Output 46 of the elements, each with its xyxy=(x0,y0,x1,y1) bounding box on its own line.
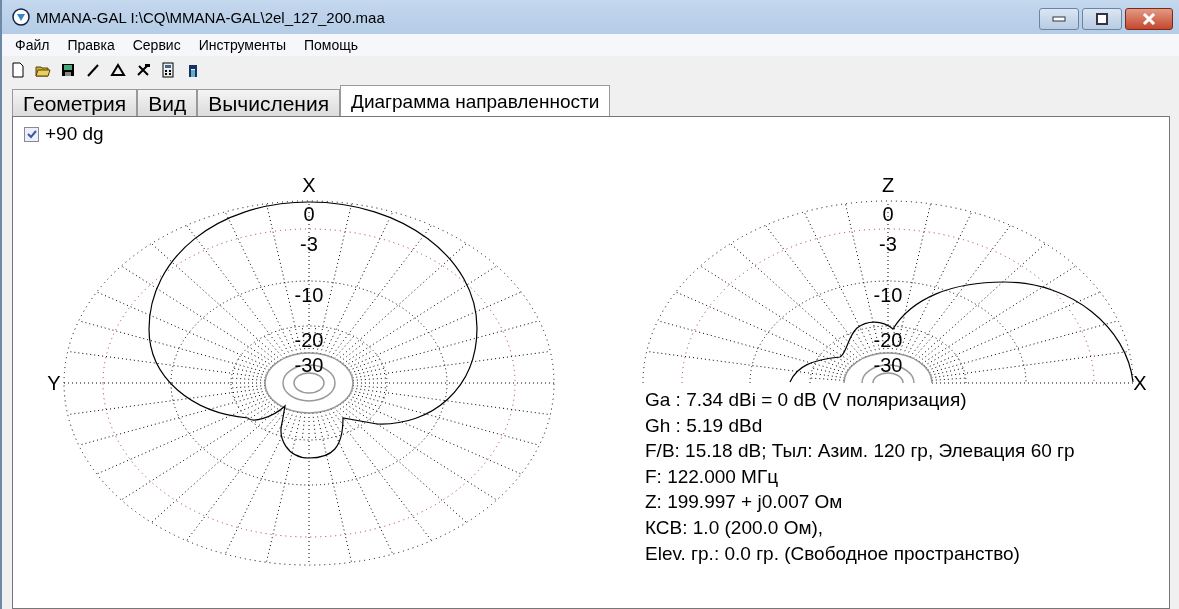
menu-item[interactable]: Помощь xyxy=(294,37,368,53)
tools-icon[interactable] xyxy=(135,62,151,78)
save-icon[interactable] xyxy=(60,62,76,78)
menu-item[interactable]: Сервис xyxy=(123,37,190,53)
calculator-icon[interactable] xyxy=(160,62,176,78)
ring-label: -30 xyxy=(294,354,324,376)
maximize-icon xyxy=(1096,13,1108,25)
info-line: КСВ: 1.0 (200.0 Ом), xyxy=(645,515,825,540)
minimize-icon xyxy=(1052,16,1066,22)
info-line: F: 122.000 МГц xyxy=(645,464,780,489)
ring-label: -3 xyxy=(300,233,318,255)
maximize-button[interactable] xyxy=(1082,8,1122,30)
info-line: Ga : 7.34 dBi = 0 dB (V поляризация) xyxy=(645,388,968,412)
axis-label: Y xyxy=(47,372,61,394)
info-line: Elev. гр.: 0.0 гр. (Свободное пространство) xyxy=(645,541,1021,566)
axis-label: Z xyxy=(881,174,895,196)
app-logo-icon xyxy=(12,8,30,26)
tab[interactable]: Диаграмма направленности xyxy=(340,85,611,117)
new-icon[interactable] xyxy=(10,62,26,78)
line-icon[interactable] xyxy=(85,62,101,78)
close-button[interactable] xyxy=(1125,8,1173,30)
ring-label: -10 xyxy=(873,284,903,306)
axis-label: X xyxy=(302,174,316,196)
menu-item[interactable]: Правка xyxy=(58,37,124,53)
checkbox[interactable] xyxy=(24,126,39,142)
triangle-icon[interactable] xyxy=(110,62,126,78)
info-line: Z: 199.997 + j0.007 Ом xyxy=(645,490,844,515)
tab[interactable]: Геометрия xyxy=(12,89,138,116)
menu-item[interactable]: Файл xyxy=(6,37,59,53)
menu-item[interactable]: Инструменты xyxy=(189,37,295,53)
ring-label: -3 xyxy=(879,233,897,255)
window-title: MMANA-GAL I:\CQ\MMANA-GAL\2el_127_200.maa xyxy=(36,8,386,26)
tab[interactable]: Вид xyxy=(137,89,198,116)
checkbox-label: +90 dg xyxy=(45,123,104,145)
ring-label: 0 xyxy=(303,203,315,225)
minimize-button[interactable] xyxy=(1039,8,1079,30)
ring-label: -30 xyxy=(873,354,903,376)
tab[interactable]: Вычисления xyxy=(197,89,341,116)
close-icon xyxy=(1142,13,1156,25)
ring-label: -20 xyxy=(294,329,324,351)
ring-label: -20 xyxy=(873,329,903,351)
axis-label: X xyxy=(1133,372,1147,394)
info-line: Gh : 5.19 dBd xyxy=(645,413,764,438)
ring-label: 0 xyxy=(882,203,894,225)
ring-label: -10 xyxy=(294,284,324,306)
info-line: F/B: 15.18 dB; Тыл: Азим. 120 гр, Элевация 60 гр xyxy=(645,439,1075,464)
